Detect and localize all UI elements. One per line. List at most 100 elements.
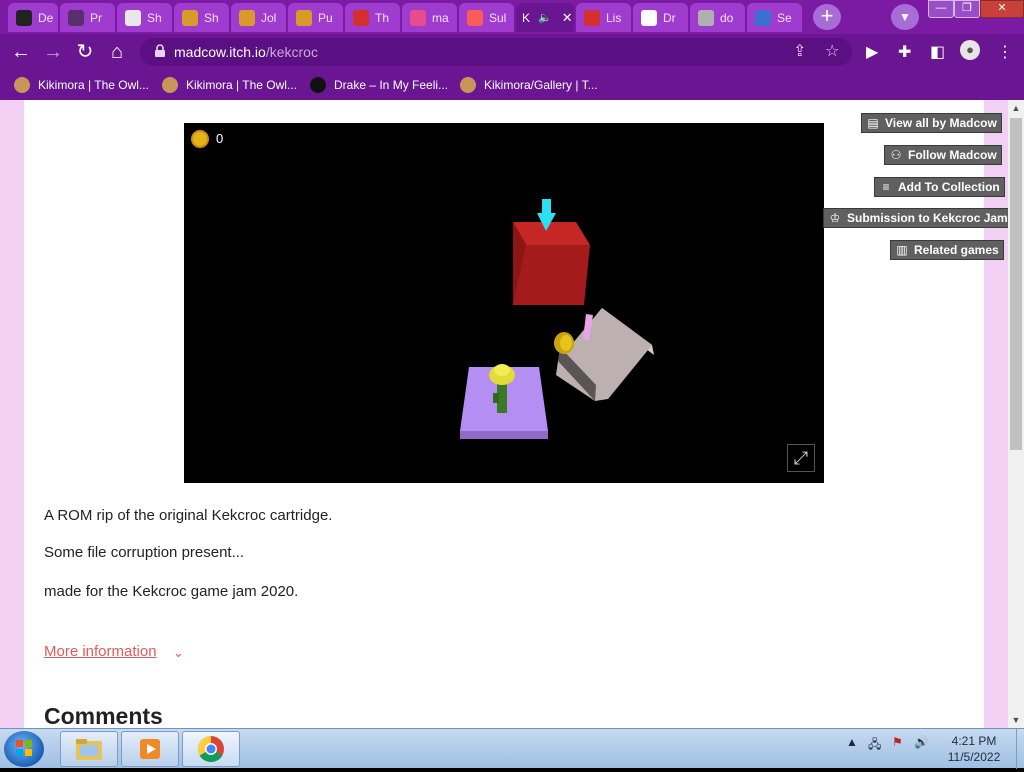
related-games-button[interactable]: ▥ Related games bbox=[890, 240, 1004, 260]
tab-title: Se bbox=[777, 10, 792, 25]
tab-audio-icon[interactable]: 🔈 bbox=[538, 11, 552, 24]
browser-tab[interactable]: Jol bbox=[231, 3, 286, 32]
browser-menu-icon[interactable]: ⋮ bbox=[997, 42, 1013, 62]
url-text: madcow.itch.io/kekcroc bbox=[174, 44, 318, 60]
bookmark-item[interactable]: Drake – In My Feeli... bbox=[310, 76, 448, 94]
description-line: A ROM rip of the original Kekcroc cartri… bbox=[44, 507, 333, 524]
show-desktop-button[interactable] bbox=[1016, 729, 1024, 769]
more-information-link[interactable]: More information bbox=[44, 643, 157, 660]
taskbar-media-player[interactable] bbox=[121, 731, 179, 767]
maximize-button[interactable]: ❐ bbox=[954, 0, 980, 18]
chevron-down-icon[interactable]: ⌄ bbox=[173, 645, 184, 661]
start-button[interactable] bbox=[4, 731, 44, 767]
side-panel-icon[interactable]: ◧ bbox=[930, 42, 945, 62]
jam-submission-button[interactable]: ♔ Submission to Kekcroc Jam bbox=[823, 208, 1008, 228]
volume-icon[interactable]: 🔊 bbox=[914, 735, 929, 749]
taskbar-chrome[interactable] bbox=[182, 731, 240, 767]
map-icon: ▥ bbox=[896, 243, 908, 257]
bookmark-item[interactable]: Kikimora | The Owl... bbox=[14, 76, 149, 94]
browser-tab[interactable]: Pu bbox=[288, 3, 343, 32]
profile-avatar-icon[interactable]: ● bbox=[960, 40, 980, 60]
tab-favicon-icon bbox=[755, 9, 771, 26]
bookmark-favicon-icon bbox=[460, 77, 476, 93]
bookmark-favicon-icon bbox=[162, 77, 178, 93]
tab-close-icon[interactable]: ✕ bbox=[562, 10, 573, 26]
ribbon-icon: ♔ bbox=[829, 211, 841, 225]
extension-arrow-icon[interactable]: ▶ bbox=[866, 42, 878, 62]
share-icon[interactable]: ⇪ bbox=[793, 41, 806, 61]
browser-tab[interactable]: Th bbox=[345, 3, 400, 32]
bookmark-star-icon[interactable]: ☆ bbox=[825, 41, 839, 61]
tab-favicon-icon bbox=[125, 9, 141, 26]
new-tab-button[interactable]: + bbox=[813, 4, 841, 30]
network-icon[interactable]: 🖧 bbox=[868, 735, 881, 756]
forward-button[interactable]: → bbox=[38, 37, 68, 67]
tab-title: Sul bbox=[489, 10, 507, 25]
tab-favicon-icon bbox=[239, 9, 255, 26]
address-bar[interactable]: madcow.itch.io/kekcroc ⇪ ☆ bbox=[140, 38, 852, 66]
page-scrollbar[interactable]: ▲ ▼ bbox=[1008, 100, 1024, 728]
close-window-button[interactable]: ✕ bbox=[980, 0, 1024, 18]
tab-favicon-icon bbox=[353, 9, 369, 26]
follow-icon: ⚇ bbox=[890, 148, 902, 162]
scroll-down-arrow-icon[interactable]: ▼ bbox=[1008, 712, 1024, 728]
back-button[interactable]: ← bbox=[6, 37, 36, 67]
browser-tab[interactable]: Sul bbox=[459, 3, 514, 32]
description-line: Some file corruption present... bbox=[44, 544, 245, 561]
browser-tab[interactable]: Se bbox=[747, 3, 802, 32]
spinning-coin-icon bbox=[554, 332, 574, 354]
home-button[interactable]: ⌂ bbox=[102, 37, 132, 67]
tab-title: Th bbox=[375, 10, 390, 25]
tab-search-button[interactable]: ▼ bbox=[891, 4, 919, 30]
bookmark-favicon-icon bbox=[310, 77, 326, 93]
taskbar-file-explorer[interactable] bbox=[60, 731, 118, 767]
extensions-puzzle-icon[interactable]: ✚ bbox=[898, 42, 911, 62]
tab-favicon-icon bbox=[410, 9, 426, 26]
lock-icon bbox=[155, 44, 165, 57]
browser-tab[interactable]: ma bbox=[402, 3, 457, 32]
game-page-column: 0 ⤢ A ROM rip of the original Kekcroc ca… bbox=[24, 100, 984, 728]
tab-title: De bbox=[38, 10, 54, 25]
browser-tab[interactable]: Lis bbox=[576, 3, 631, 32]
fullscreen-button[interactable]: ⤢ bbox=[787, 444, 815, 472]
tab-title: ma bbox=[432, 10, 449, 25]
tab-title: Sh bbox=[147, 10, 162, 25]
tray-expand-icon[interactable]: ▲ bbox=[846, 735, 858, 749]
add-to-collection-button[interactable]: ≡ Add To Collection bbox=[874, 177, 1005, 197]
follow-button[interactable]: ⚇ Follow Madcow bbox=[884, 145, 1002, 165]
bookmarks-bar: Kikimora | The Owl... Kikimora | The Owl… bbox=[0, 70, 1024, 100]
chrome-icon bbox=[197, 735, 224, 763]
windows-taskbar: ▲ 🖧 ⚑ 🔊 4:21 PM 11/5/2022 bbox=[0, 728, 1024, 769]
browser-tab[interactable]: Dr bbox=[633, 3, 688, 32]
browser-tab[interactable]: K 🔈 ✕ bbox=[516, 3, 574, 32]
page-viewport: 0 ⤢ A ROM rip of the original Kekcroc ca… bbox=[0, 100, 1008, 728]
browser-tab[interactable]: De bbox=[8, 3, 58, 32]
tab-title: Pu bbox=[318, 10, 333, 25]
bookmark-item[interactable]: Kikimora/Gallery | T... bbox=[460, 76, 598, 94]
red-cube bbox=[513, 222, 590, 305]
scroll-thumb[interactable] bbox=[1010, 118, 1022, 450]
browser-tab[interactable]: Sh bbox=[117, 3, 172, 32]
windows-logo-icon bbox=[16, 740, 32, 756]
tab-title: Dr bbox=[663, 10, 676, 25]
tab-favicon-icon bbox=[182, 9, 198, 26]
tab-title: Lis bbox=[606, 10, 622, 25]
system-clock[interactable]: 4:21 PM 11/5/2022 bbox=[934, 733, 1014, 765]
tab-title: Jol bbox=[261, 10, 277, 25]
comments-heading: Comments bbox=[44, 703, 163, 728]
tab-title: K bbox=[522, 10, 531, 25]
action-center-icon[interactable]: ⚑ bbox=[892, 735, 903, 749]
browser-tab[interactable]: Pr bbox=[60, 3, 115, 32]
reload-button[interactable]: ↻ bbox=[70, 37, 100, 67]
bookmark-item[interactable]: Kikimora | The Owl... bbox=[162, 76, 297, 94]
description-line: made for the Kekcroc game jam 2020. bbox=[44, 583, 299, 600]
game-canvas[interactable]: 0 ⤢ bbox=[184, 123, 824, 483]
game-scene bbox=[460, 199, 654, 439]
browser-tab[interactable]: do bbox=[690, 3, 745, 32]
view-all-by-button[interactable]: ▤ View all by Madcow bbox=[861, 113, 1002, 133]
tab-favicon-icon bbox=[698, 9, 714, 26]
minimize-button[interactable]: — bbox=[928, 0, 954, 18]
scroll-up-arrow-icon[interactable]: ▲ bbox=[1008, 100, 1024, 116]
browser-tab[interactable]: Sh bbox=[174, 3, 229, 32]
grey-cube bbox=[556, 308, 654, 401]
